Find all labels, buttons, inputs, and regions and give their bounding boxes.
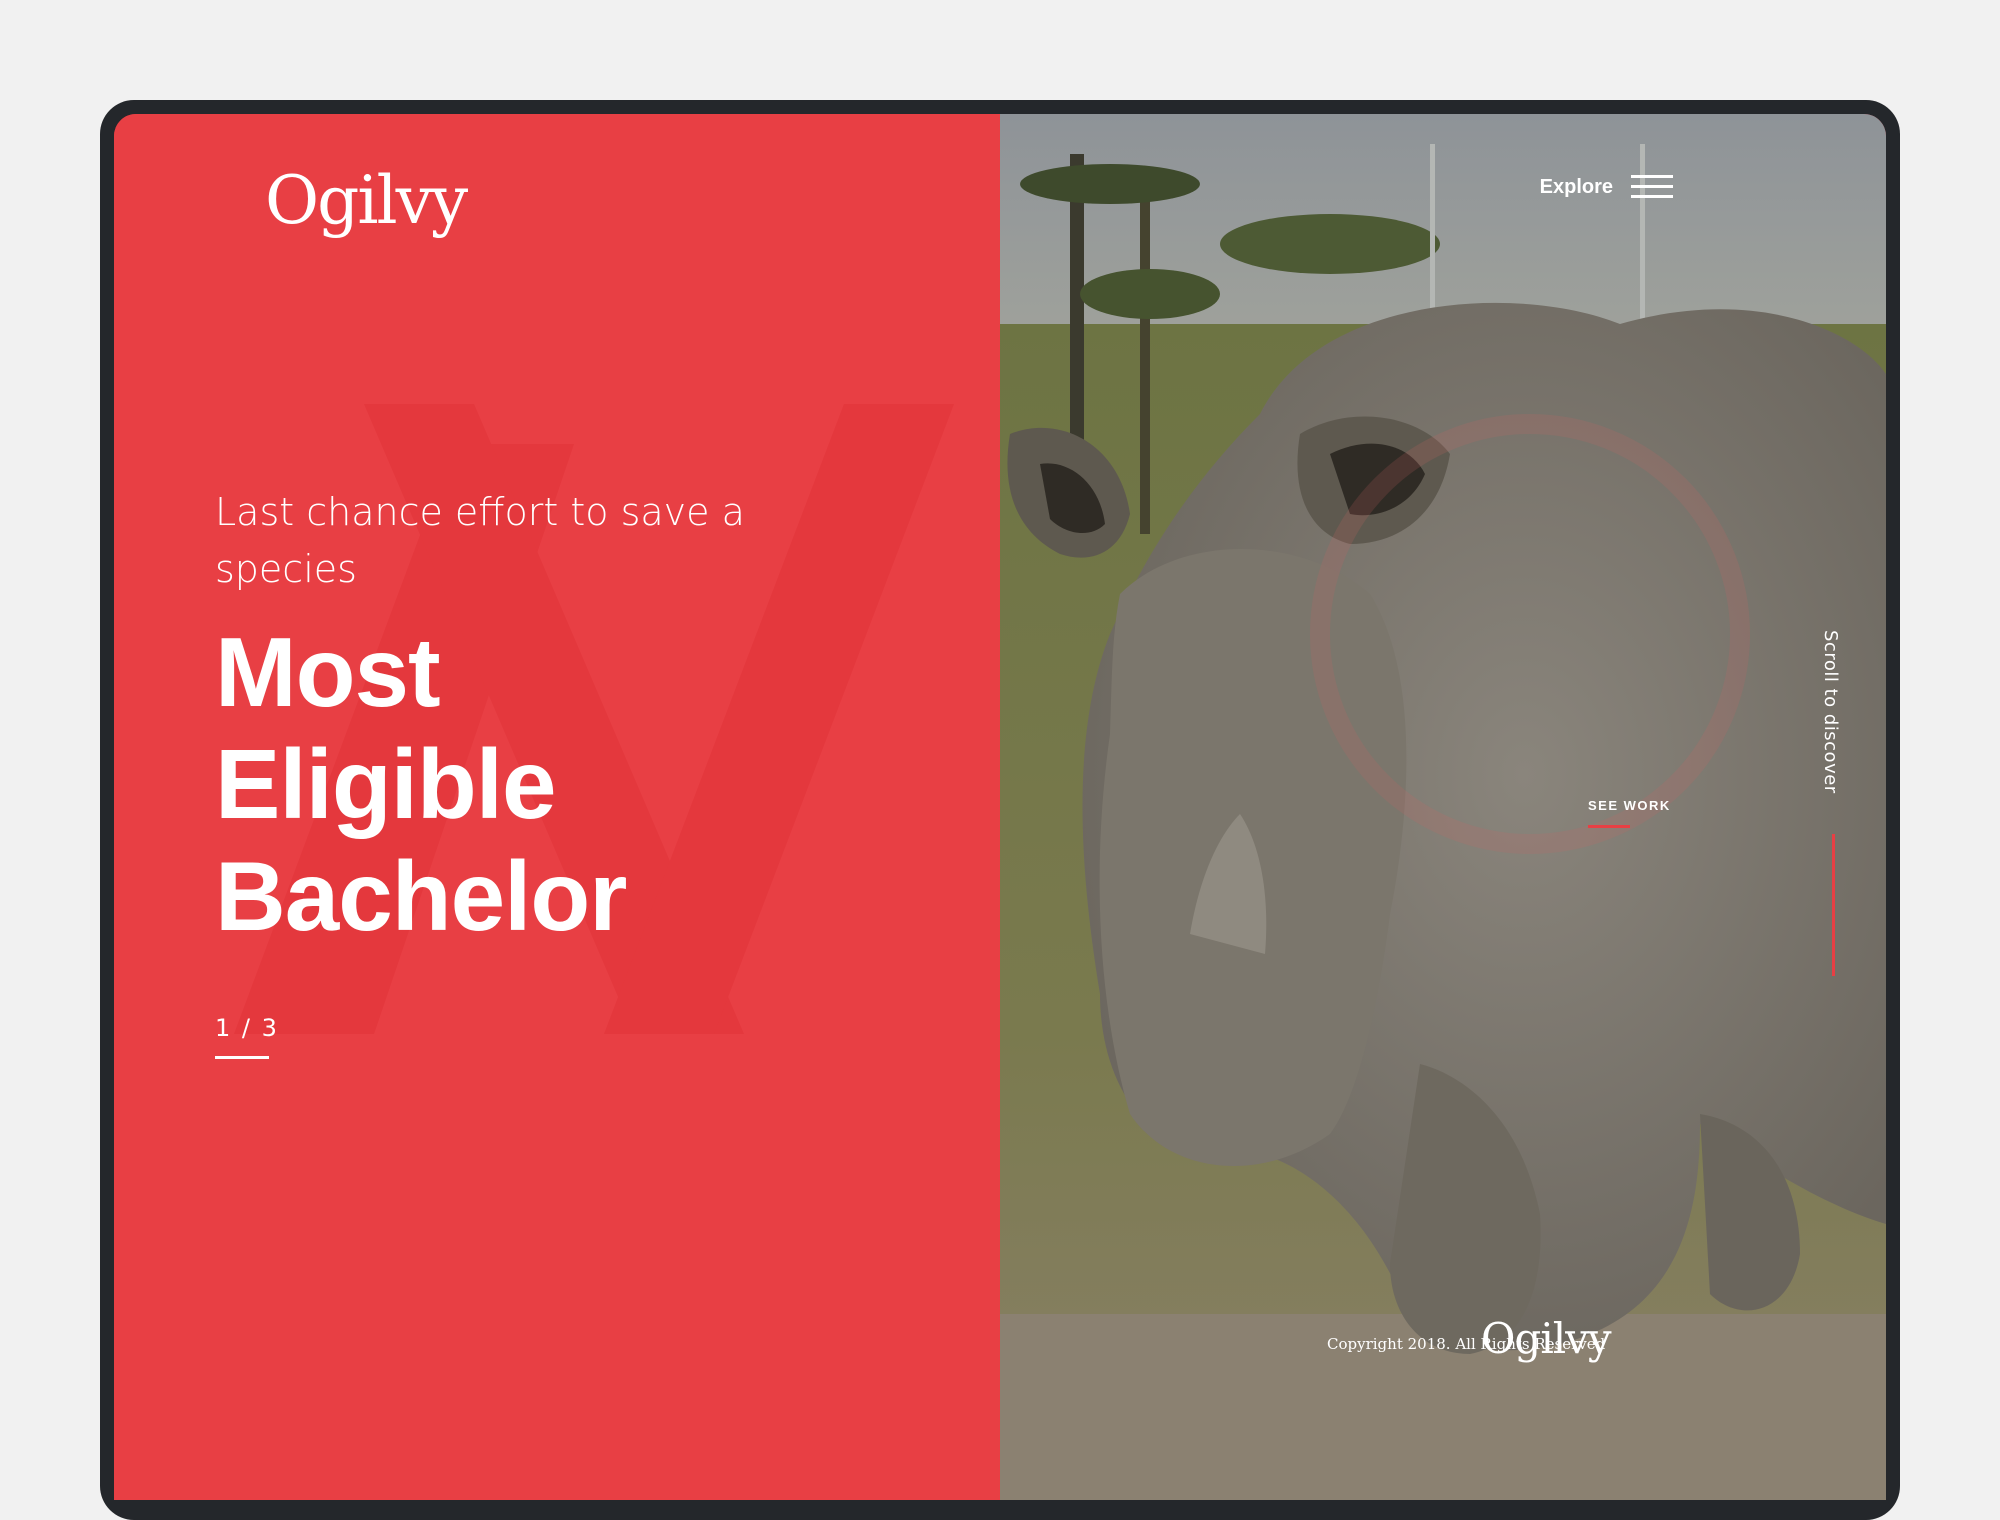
explore-label[interactable]: Explore (1540, 176, 1613, 199)
see-work-underline (1588, 825, 1630, 828)
ogilvy-logo[interactable]: Ogilvy (265, 162, 468, 239)
slide-counter-underline (215, 1056, 269, 1059)
website-screen: Ogilvy Last chance effort to save a spec… (114, 114, 1886, 1500)
hero-left-panel: Ogilvy Last chance effort to save a spec… (114, 114, 1000, 1500)
explore-menu[interactable]: Explore (1540, 175, 1673, 199)
slide-counter[interactable]: 1 / 3 (215, 1014, 279, 1042)
hero-subtitle: Last chance effort to save a species (215, 490, 745, 591)
footer-ogilvy-logo[interactable]: Ogilvy (1481, 1314, 1612, 1363)
scroll-indicator-line (1832, 834, 1835, 976)
headline-line-1: Most (215, 617, 441, 727)
scroll-to-discover[interactable]: Scroll to discover (1820, 630, 1841, 794)
hero-right-panel: Explore SEE WORK Scroll to discover Copy… (1000, 114, 1886, 1500)
hero-headline: Most Eligible Bachelor (215, 616, 835, 952)
headline-line-3: Bachelor (215, 841, 627, 951)
hamburger-menu-icon[interactable] (1631, 175, 1673, 199)
rhino-photo (1000, 114, 1886, 1500)
see-work-link[interactable]: SEE WORK (1588, 798, 1671, 813)
headline-line-2: Eligible (215, 729, 557, 839)
